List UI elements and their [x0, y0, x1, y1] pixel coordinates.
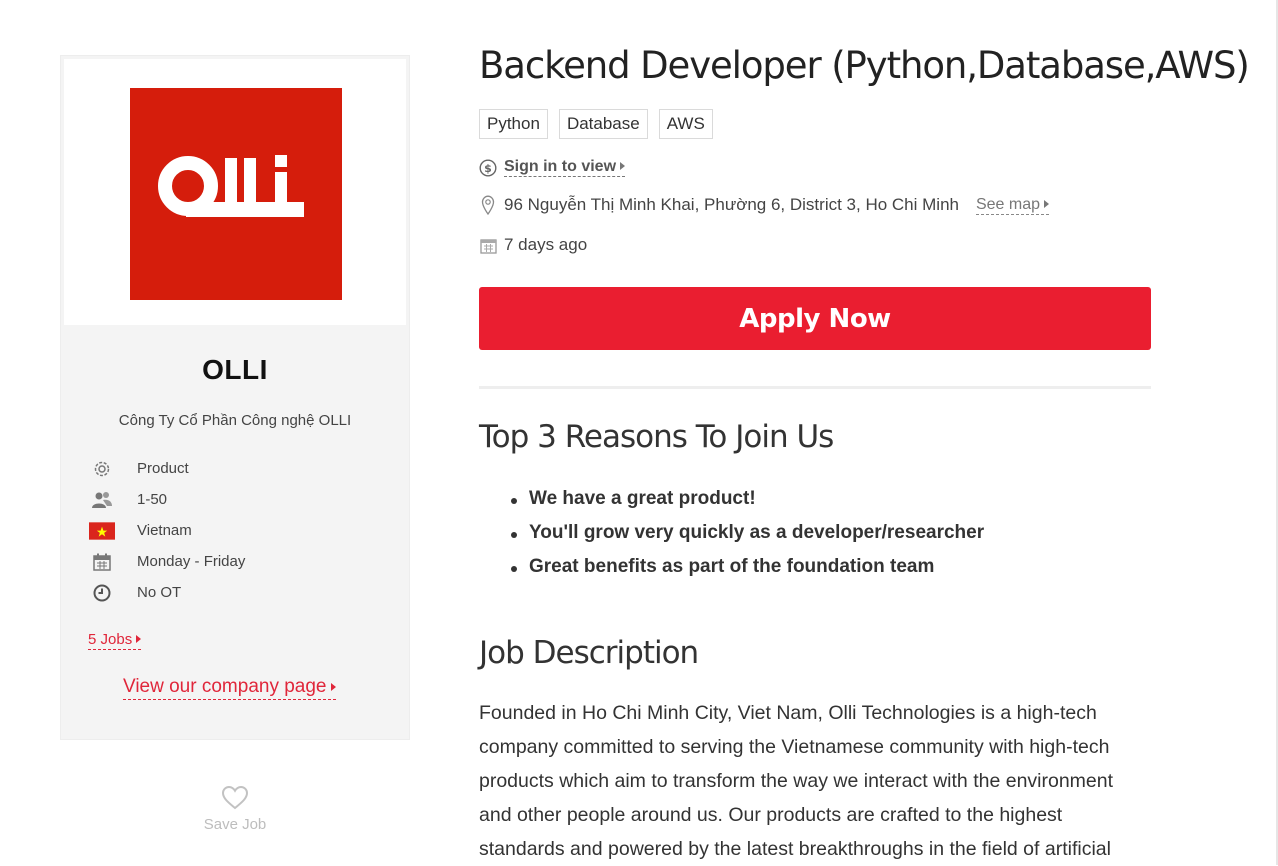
- company-name: OLLI: [202, 354, 268, 385]
- info-row-type: Product: [89, 453, 189, 484]
- job-address: 96 Nguyễn Thị Minh Khai, Phường 6, Distr…: [504, 195, 959, 214]
- caret-right-icon: [330, 683, 336, 691]
- company-logo-box[interactable]: [64, 59, 406, 325]
- company-jobs-link[interactable]: 5 Jobs: [88, 631, 142, 650]
- caret-right-icon: [620, 162, 626, 170]
- info-row-size: 1-50: [89, 484, 167, 515]
- posted-row: 7 days ago: [479, 235, 587, 255]
- company-legal-name: Công Ty Cổ Phần Công nghệ OLLI: [118, 412, 352, 429]
- tag-database[interactable]: Database: [558, 109, 648, 139]
- olli-logo-mark: [158, 155, 304, 217]
- svg-text:$: $: [484, 162, 492, 175]
- caret-right-icon: [1044, 199, 1050, 208]
- dollar-icon: $: [479, 158, 497, 177]
- see-map-link[interactable]: See map: [975, 195, 1050, 215]
- company-size: 1-50: [137, 491, 168, 508]
- save-job-label: Save Job: [203, 816, 267, 833]
- calendar-icon: [89, 552, 115, 572]
- save-job-button[interactable]: Save Job: [185, 785, 285, 833]
- description-line: and other people around us. Our products…: [479, 804, 1063, 826]
- calendar-icon: [479, 236, 497, 254]
- section-divider: [479, 386, 1151, 389]
- description-line: company committed to serving the Vietnam…: [479, 736, 1110, 758]
- see-map-label: See map: [975, 195, 1041, 213]
- tag-python[interactable]: Python: [479, 109, 548, 139]
- location-pin-icon: [479, 195, 497, 215]
- sign-in-to-view-link[interactable]: Sign in to view: [504, 158, 626, 177]
- reasons-list: We have a great product! You'll grow ver…: [510, 488, 984, 590]
- clock-icon: [89, 583, 115, 603]
- sign-in-label: Sign in to view: [504, 158, 617, 175]
- company-type: Product: [137, 460, 189, 477]
- apply-now-button[interactable]: Apply Now: [479, 287, 1151, 350]
- heart-icon: [221, 785, 249, 810]
- company-page-link[interactable]: View our company page: [123, 676, 336, 700]
- reasons-heading: Top 3 Reasons To Join Us: [479, 419, 834, 455]
- people-icon: [89, 490, 115, 510]
- company-page-label: View our company page: [123, 676, 327, 697]
- reason-item: You'll grow very quickly as a developer/…: [510, 522, 984, 556]
- job-title: Backend Developer (Python,Database,AWS): [479, 44, 1250, 87]
- company-workdays: Monday - Friday: [137, 553, 246, 570]
- info-row-workdays: Monday - Friday: [89, 546, 245, 577]
- reason-item: Great benefits as part of the foundation…: [510, 556, 984, 590]
- info-row-country: Vietnam: [89, 515, 192, 546]
- posted-time: 7 days ago: [504, 235, 588, 254]
- description-line: Founded in Ho Chi Minh City, Viet Nam, O…: [479, 702, 1097, 724]
- reason-item: We have a great product!: [510, 488, 984, 522]
- description-line: products which aim to transform the way …: [479, 770, 1114, 792]
- gear-icon: [89, 459, 115, 479]
- job-description-text: Founded in Ho Chi Minh City, Viet Nam, O…: [479, 696, 1159, 866]
- company-info-list: Product 1-50 Vietnam Monday - Friday No …: [89, 453, 245, 608]
- job-description-heading: Job Description: [479, 635, 699, 671]
- address-row: 96 Nguyễn Thị Minh Khai, Phường 6, Distr…: [479, 195, 1050, 215]
- company-jobs-label: 5 Jobs: [88, 631, 133, 648]
- info-row-overtime: No OT: [89, 577, 181, 608]
- caret-right-icon: [136, 635, 142, 643]
- description-line: standards and powered by the latest brea…: [479, 838, 1111, 860]
- company-country: Vietnam: [137, 522, 192, 539]
- skill-tags: Python Database AWS: [479, 109, 713, 139]
- company-logo[interactable]: [130, 88, 342, 300]
- company-overtime: No OT: [137, 584, 182, 601]
- vietnam-flag-icon: [89, 521, 115, 541]
- salary-row: $ Sign in to view: [479, 158, 626, 177]
- tag-aws[interactable]: AWS: [658, 109, 713, 139]
- company-card: OLLI Công Ty Cổ Phần Công nghệ OLLI Prod…: [60, 55, 410, 740]
